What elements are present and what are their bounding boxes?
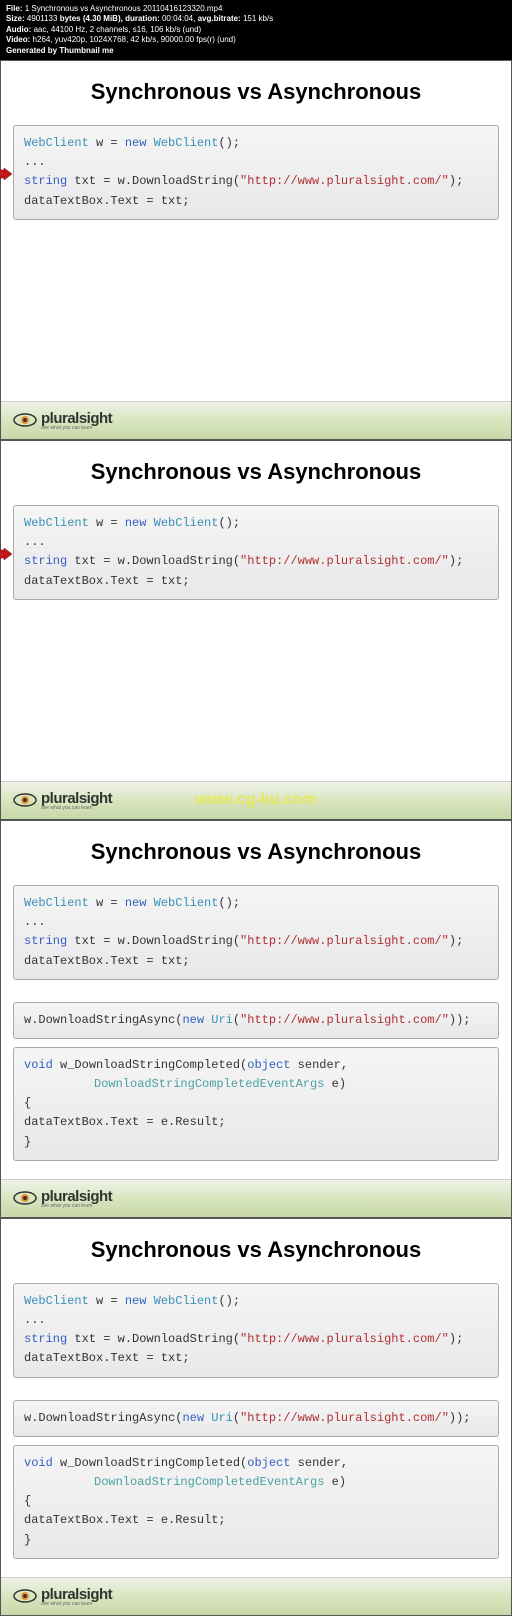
eye-icon xyxy=(13,793,37,807)
eye-icon xyxy=(13,1191,37,1205)
code-block-sync: WebClient w = new WebClient(); ... strin… xyxy=(13,1283,499,1378)
slide-4: Synchronous vs Asynchronous WebClient w … xyxy=(0,1218,512,1616)
code-block-sync: WebClient w = new WebClient(); ... strin… xyxy=(13,125,499,220)
metadata-header: File: 1 Synchronous vs Asynchronous 2011… xyxy=(0,0,512,60)
code-block-sync: WebClient w = new WebClient(); ... strin… xyxy=(13,505,499,600)
watermark-text: www.cg-ku.com xyxy=(195,791,316,809)
code-block-async-handler: void w_DownloadStringCompleted(object se… xyxy=(13,1445,499,1559)
logo-footer: pluralsightsee what you can learn xyxy=(1,1179,511,1217)
slide-title: Synchronous vs Asynchronous xyxy=(13,459,499,485)
slide-title: Synchronous vs Asynchronous xyxy=(13,839,499,865)
eye-icon xyxy=(13,1589,37,1603)
slide-title: Synchronous vs Asynchronous xyxy=(13,79,499,105)
arrow-icon xyxy=(0,168,12,180)
code-block-sync: WebClient w = new WebClient(); ... strin… xyxy=(13,885,499,980)
code-block-async-call: w.DownloadStringAsync(new Uri("http://ww… xyxy=(13,1400,499,1437)
eye-icon xyxy=(13,413,37,427)
arrow-icon xyxy=(0,548,12,560)
slide-title: Synchronous vs Asynchronous xyxy=(13,1237,499,1263)
slide-1: Synchronous vs Asynchronous WebClient w … xyxy=(0,60,512,440)
logo-footer: pluralsightsee what you can learn xyxy=(1,401,511,439)
slide-2: Synchronous vs Asynchronous WebClient w … xyxy=(0,440,512,820)
logo-footer: pluralsightsee what you can learn www.cg… xyxy=(1,781,511,819)
slide-3: Synchronous vs Asynchronous WebClient w … xyxy=(0,820,512,1218)
code-block-async-handler: void w_DownloadStringCompleted(object se… xyxy=(13,1047,499,1161)
logo-footer: pluralsightsee what you can learn xyxy=(1,1577,511,1615)
code-block-async-call: w.DownloadStringAsync(new Uri("http://ww… xyxy=(13,1002,499,1039)
